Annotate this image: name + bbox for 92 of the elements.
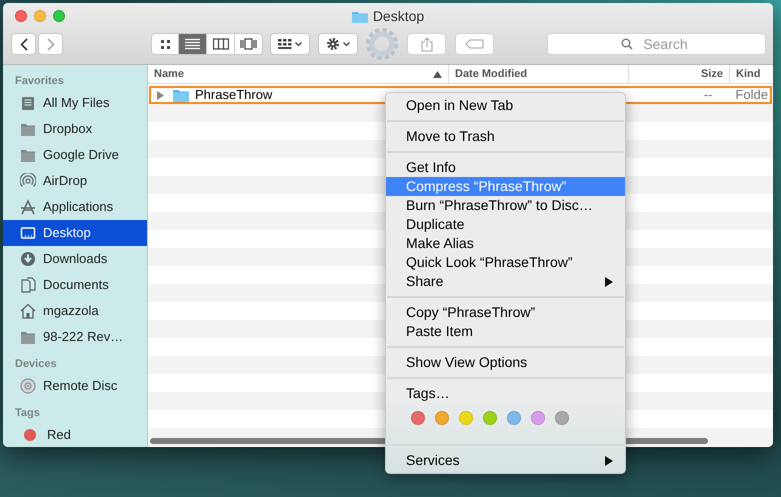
view-button[interactable]	[179, 33, 207, 55]
sidebar-label: Desktop	[43, 224, 91, 242]
sidebar-label: All My Files	[43, 94, 110, 112]
sidebar-label: Red	[47, 426, 71, 444]
file-size: --	[702, 86, 712, 104]
house-icon	[20, 303, 36, 319]
sidebar-item[interactable]: AirDrop	[3, 168, 147, 194]
share-icon	[420, 36, 432, 52]
folder-icon	[20, 121, 36, 137]
sidebar-item[interactable]: Remote Disc	[3, 373, 147, 399]
column-header[interactable]: Kind	[729, 65, 773, 83]
folder-icon	[352, 10, 368, 23]
cover-flow-icon	[240, 38, 257, 50]
window-title: Desktop	[372, 7, 424, 26]
sidebar-item[interactable]: Red	[3, 422, 147, 447]
sidebar-label: AirDrop	[43, 172, 88, 190]
menu-item[interactable]: Copy “PhraseThrow”	[386, 303, 625, 322]
submenu-arrow-icon	[605, 456, 613, 466]
documents-icon	[20, 277, 36, 293]
view-button[interactable]	[235, 33, 263, 55]
columns-icon	[212, 38, 228, 50]
sidebar-label: Downloads	[43, 250, 108, 268]
download-icon	[20, 251, 36, 267]
sort-arrow-icon	[433, 70, 442, 78]
sidebar-heading: Devices	[14, 357, 58, 372]
caret-icon	[295, 42, 302, 46]
zoom-button[interactable]	[53, 10, 65, 22]
document-stack-icon	[20, 95, 36, 111]
sidebar-heading: Favorites	[14, 74, 65, 89]
column-header[interactable]: Date Modified	[448, 65, 628, 83]
menu-item[interactable]: Paste Item	[386, 322, 625, 341]
folder-icon	[20, 147, 36, 163]
menu-item[interactable]: Compress “PhraseThrow”	[386, 177, 625, 196]
gear-icon	[326, 37, 340, 51]
menu-item[interactable]: Show View Options	[386, 353, 625, 372]
caret-icon	[343, 42, 350, 46]
tag-icon	[464, 39, 484, 49]
sidebar-item[interactable]: Dropbox	[3, 116, 147, 142]
folder-icon	[173, 88, 189, 102]
disc-icon	[20, 378, 36, 394]
sidebar-item[interactable]: Desktop	[3, 220, 147, 246]
grid-icon	[160, 38, 170, 50]
menu-item[interactable]: Share	[386, 272, 625, 291]
sidebar-label: 98-222 Rev…	[43, 328, 124, 346]
sidebar-item[interactable]: 98-222 Rev…	[3, 324, 147, 350]
chevron-left-icon	[20, 38, 28, 50]
menu-item[interactable]: Move to Trash	[386, 127, 625, 146]
folder-icon	[20, 329, 36, 345]
menu-item[interactable]: Make Alias	[386, 234, 625, 253]
share-button[interactable]	[407, 33, 446, 55]
menu-item[interactable]: Quick Look “PhraseThrow”	[386, 253, 625, 272]
sidebar-label: Documents	[43, 276, 109, 294]
sidebar-label: Applications	[43, 198, 114, 216]
grid-icon	[278, 39, 292, 49]
view-button[interactable]	[151, 33, 179, 55]
sidebar-item[interactable]: mgazzola	[3, 298, 147, 324]
arrange-button[interactable]	[270, 33, 310, 55]
file-kind: Folde	[735, 86, 768, 104]
gear-icon	[365, 27, 399, 61]
menu-item[interactable]: Services	[386, 451, 625, 470]
sidebar-label: Google Drive	[43, 146, 119, 164]
back-button[interactable]	[11, 33, 36, 55]
sidebar-item[interactable]: Documents	[3, 272, 147, 298]
disclosure-triangle-icon	[157, 90, 164, 100]
menu-item[interactable]: Burn “PhraseThrow” to Disc…	[386, 196, 625, 215]
close-button[interactable]	[15, 10, 27, 22]
sidebar-label: Dropbox	[43, 120, 92, 138]
desktop-icon	[20, 225, 36, 241]
sidebar-item[interactable]: All My Files	[3, 90, 147, 116]
column-header[interactable]: Size	[628, 65, 729, 83]
chevron-right-icon	[46, 38, 54, 50]
list-icon	[185, 38, 200, 50]
search-field[interactable]: Search	[547, 33, 766, 55]
sidebar-heading: Tags	[14, 406, 41, 421]
sidebar-label: Remote Disc	[43, 377, 118, 396]
search-icon	[621, 38, 633, 50]
view-button[interactable]	[207, 33, 235, 55]
minimize-button[interactable]	[34, 10, 46, 22]
submenu-arrow-icon	[605, 276, 613, 286]
airdrop-icon	[20, 173, 36, 189]
action-button[interactable]	[318, 33, 358, 55]
sidebar-label: mgazzola	[43, 302, 99, 320]
menu-item[interactable]: Duplicate	[386, 215, 625, 234]
tag-button[interactable]	[455, 33, 494, 55]
column-header[interactable]: Name	[148, 65, 448, 83]
menu-item[interactable]: Tags…	[386, 384, 625, 403]
sidebar-item[interactable]: Google Drive	[3, 142, 147, 168]
menu-item[interactable]: Get Info	[386, 158, 625, 177]
file-name: PhraseThrow	[195, 86, 272, 104]
applications-icon	[20, 199, 36, 215]
sidebar-item[interactable]: Downloads	[3, 246, 147, 272]
sidebar-item[interactable]: Applications	[3, 194, 147, 220]
